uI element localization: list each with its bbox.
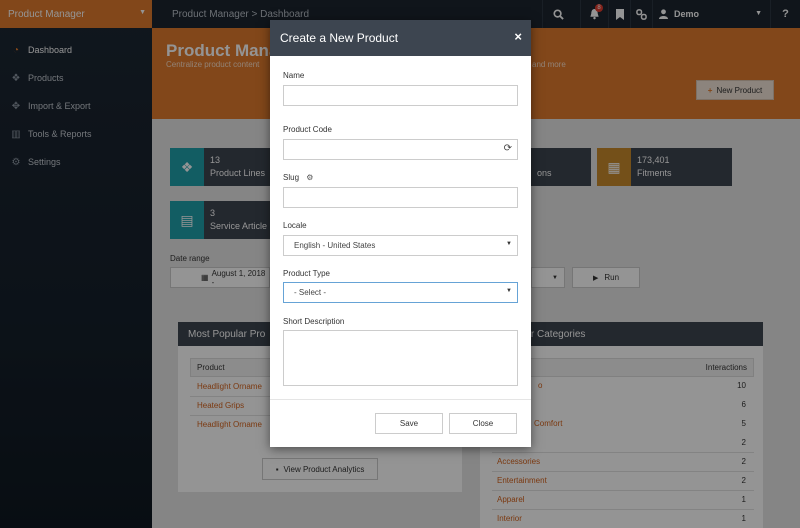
locale-label: Locale xyxy=(283,221,307,230)
short-description-label: Short Description xyxy=(283,317,345,326)
short-description-field[interactable] xyxy=(283,330,518,386)
create-product-modal: Create a New Product × Name Product Code… xyxy=(270,20,531,447)
refresh-icon[interactable]: ⟳ xyxy=(504,143,512,154)
product-type-label: Product Type xyxy=(283,269,330,278)
slug-label-row: Slug ⚙ xyxy=(283,173,313,182)
gears-icon[interactable]: ⚙ xyxy=(306,173,313,182)
slug-label: Slug xyxy=(283,173,300,182)
product-code-label: Product Code xyxy=(283,125,332,134)
name-field[interactable] xyxy=(283,85,518,106)
product-code-field[interactable]: ⟳ xyxy=(283,139,518,160)
locale-select[interactable]: English - United States ▼ xyxy=(283,235,518,256)
modal-title: Create a New Product xyxy=(280,31,399,45)
chevron-down-icon: ▼ xyxy=(506,241,512,247)
save-button[interactable]: Save xyxy=(375,413,443,434)
close-icon[interactable]: × xyxy=(514,29,522,44)
product-type-value: - Select - xyxy=(294,288,327,297)
name-label: Name xyxy=(283,71,305,80)
modal-divider xyxy=(270,399,531,400)
locale-value: English - United States xyxy=(294,241,376,250)
close-button[interactable]: Close xyxy=(449,413,517,434)
slug-field[interactable] xyxy=(283,187,518,208)
product-type-select[interactable]: - Select - ▼ xyxy=(283,282,518,303)
chevron-down-icon: ▼ xyxy=(506,288,512,294)
